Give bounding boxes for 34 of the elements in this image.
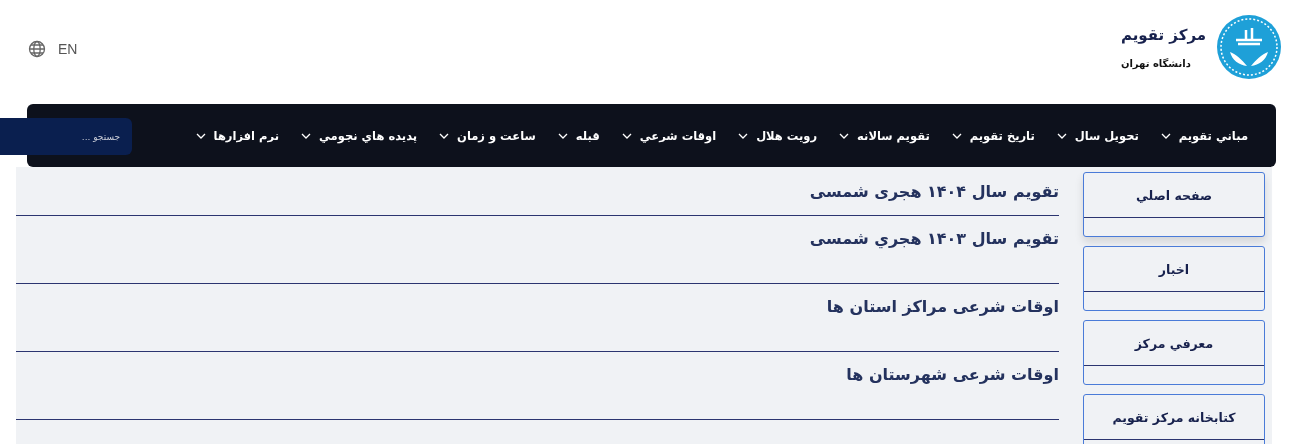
nav-item[interactable]: رويت هلال — [738, 128, 818, 143]
nav-item[interactable]: نرم افزارها — [195, 128, 279, 143]
chevron-icon — [1056, 132, 1067, 139]
nav-item[interactable]: تقويم سالانه — [839, 128, 930, 143]
article-link[interactable]: اوقات شرعی شهرستان ها — [846, 365, 1059, 384]
chevron-icon — [300, 132, 311, 139]
chevron-icon — [557, 132, 568, 139]
nav-item[interactable]: ساعت و زمان — [439, 128, 536, 143]
language-link[interactable]: EN — [58, 41, 78, 57]
sidebar-item[interactable]: معرفي مرکز — [1083, 320, 1265, 385]
chevron-icon — [195, 132, 206, 139]
nav-item[interactable]: اوقات شرعي — [621, 128, 717, 143]
chevron-icon — [738, 132, 749, 139]
search-field[interactable]: جستجو ... — [0, 118, 132, 155]
article-link[interactable]: تقویم سال ۱۴۰۳ هجري شمسی — [809, 229, 1059, 248]
chevron-icon — [1160, 132, 1171, 139]
globe-icon[interactable] — [28, 40, 46, 58]
nav-item[interactable]: قبله — [557, 128, 600, 143]
nav-item[interactable]: تحويل سال — [1056, 128, 1139, 143]
chevron-icon — [839, 132, 850, 139]
sidebar-item[interactable]: اخبار — [1083, 246, 1265, 311]
chevron-icon — [951, 132, 962, 139]
nav-item[interactable]: مباني تقويم — [1160, 128, 1248, 143]
nav-item[interactable]: پديده هاي نجومي — [300, 128, 418, 143]
chevron-icon — [621, 132, 632, 139]
article-link[interactable]: اوقات شرعی مراکز استان ها — [826, 297, 1059, 316]
sidebar-item[interactable]: کتابخانه مرکز تقويم — [1083, 394, 1265, 444]
site-subtitle: دانشگاه تهران — [1120, 57, 1191, 69]
sidebar-item[interactable]: صفحه اصلي — [1083, 172, 1265, 237]
nav-item[interactable]: تاريخ تقويم — [951, 128, 1035, 143]
chevron-icon — [439, 132, 450, 139]
site-title: مرکز تقویم — [1120, 25, 1206, 44]
article-link[interactable]: تقویم سال ۱۴۰۴ هجری شمسی — [809, 182, 1059, 201]
logo-icon — [1216, 14, 1282, 80]
